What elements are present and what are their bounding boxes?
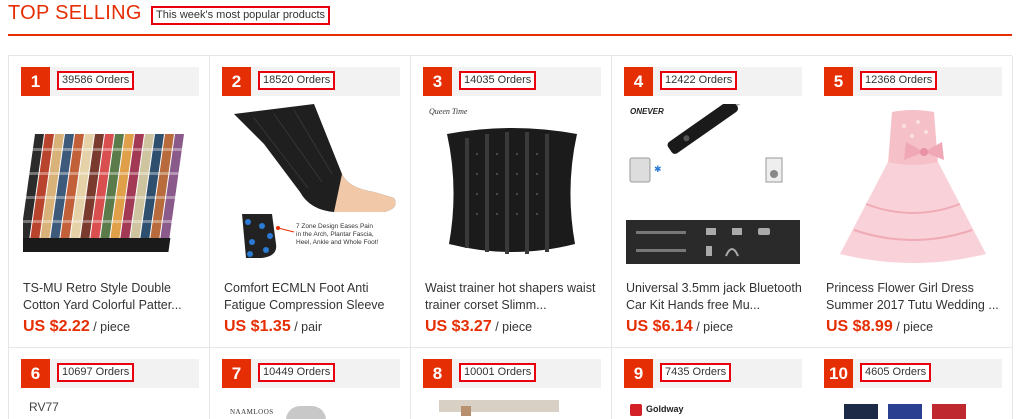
orders-count: 10001 Orders bbox=[459, 363, 537, 382]
rank-badge: 4 bbox=[624, 67, 653, 96]
orders-count: 14035 Orders bbox=[459, 71, 537, 90]
product-card-1[interactable]: 1 39586 Orders TS-MU Retro Style Double … bbox=[9, 56, 210, 348]
product-price: US $1.35 bbox=[224, 318, 291, 335]
brand-naamloos: NAAMLOOS bbox=[230, 408, 274, 416]
orders-count: 18520 Orders bbox=[258, 71, 336, 90]
section-header: TOP SELLING This week's most popular pro… bbox=[8, 0, 1012, 36]
brand-goldway: Goldway bbox=[646, 404, 684, 414]
product-image-10[interactable] bbox=[826, 398, 1000, 419]
orders-count: 10697 Orders bbox=[57, 363, 135, 382]
product-price: US $3.27 bbox=[425, 318, 492, 335]
rank-badge: 9 bbox=[624, 359, 653, 388]
product-price: US $2.22 bbox=[23, 318, 90, 335]
product-image-waist-trainer[interactable]: Queen Time bbox=[425, 104, 599, 272]
product-title[interactable]: Comfort ECMLN Foot Anti Fatigue Compress… bbox=[224, 280, 404, 314]
product-card-3[interactable]: 3 14035 Orders Queen Time Waist trainer … bbox=[411, 56, 612, 348]
svg-text:✱: ✱ bbox=[654, 165, 662, 175]
price-unit: / pair bbox=[294, 320, 322, 334]
orders-count: 7435 Orders bbox=[660, 363, 732, 382]
section-subtitle: This week's most popular products bbox=[151, 6, 331, 25]
rank-badge: 8 bbox=[423, 359, 452, 388]
orders-count: 39586 Orders bbox=[57, 71, 135, 90]
rank-bar: 2 18520 Orders bbox=[222, 67, 400, 96]
price-unit: / piece bbox=[93, 320, 131, 334]
price-unit: / piece bbox=[696, 320, 734, 334]
product-card-8[interactable]: 8 10001 Orders bbox=[411, 348, 612, 419]
product-image-flower-girl-dress[interactable] bbox=[826, 104, 1000, 272]
rank-bar: 1 39586 Orders bbox=[21, 67, 199, 96]
rank-badge: 6 bbox=[21, 359, 50, 388]
product-card-7[interactable]: 7 10449 Orders NAAMLOOS bbox=[210, 348, 411, 419]
rank-badge: 2 bbox=[222, 67, 251, 96]
price-line: US $3.27 / piece bbox=[425, 318, 532, 336]
product-card-9[interactable]: 9 7435 Orders Goldway bbox=[612, 348, 813, 419]
rank-badge: 3 bbox=[423, 67, 452, 96]
brand-rv77: RV77 bbox=[29, 400, 59, 414]
product-image-guitar-straps[interactable] bbox=[23, 104, 197, 272]
price-line: US $8.99 / piece bbox=[826, 318, 933, 336]
caption-line-2: in the Arch, Plantar Fascia, bbox=[296, 231, 374, 238]
rank-badge: 7 bbox=[222, 359, 251, 388]
product-card-6[interactable]: 6 10697 Orders RV77 bbox=[9, 348, 210, 419]
section-title: TOP SELLING bbox=[8, 2, 142, 24]
rank-bar: 10 4605 Orders bbox=[824, 359, 1002, 388]
product-card-4[interactable]: 4 12422 Orders ONEVER ✱ Universal 3.5mm … bbox=[612, 56, 813, 348]
brand-onever: ONEVER bbox=[630, 107, 664, 116]
product-title[interactable]: Waist trainer hot shapers waist trainer … bbox=[425, 280, 605, 314]
product-image-naamloos[interactable]: NAAMLOOS bbox=[224, 398, 398, 419]
product-card-2[interactable]: 2 18520 Orders 7 Zone Design Eases Pain … bbox=[210, 56, 411, 348]
rank-badge: 5 bbox=[824, 67, 853, 96]
product-image-rv77[interactable]: RV77 bbox=[23, 398, 197, 419]
rank-badge: 10 bbox=[824, 359, 853, 388]
product-image-goldway[interactable]: Goldway bbox=[626, 398, 800, 419]
orders-count: 10449 Orders bbox=[258, 363, 336, 382]
rank-bar: 5 12368 Orders bbox=[824, 67, 1002, 96]
product-grid: 1 39586 Orders TS-MU Retro Style Double … bbox=[8, 55, 1013, 419]
rank-bar: 9 7435 Orders bbox=[624, 359, 802, 388]
product-title[interactable]: Princess Flower Girl Dress Summer 2017 T… bbox=[826, 280, 1006, 314]
rank-bar: 8 10001 Orders bbox=[423, 359, 601, 388]
product-card-5[interactable]: 5 12368 Orders Princess Flower Girl Dres… bbox=[812, 56, 1013, 348]
product-image-bluetooth-kit[interactable]: ONEVER ✱ bbox=[626, 104, 800, 272]
rank-bar: 4 12422 Orders bbox=[624, 67, 802, 96]
rank-bar: 3 14035 Orders bbox=[423, 67, 601, 96]
goldway-logo-icon bbox=[630, 404, 642, 416]
caption-line-1: 7 Zone Design Eases Pain bbox=[296, 223, 373, 230]
price-line: US $2.22 / piece bbox=[23, 318, 130, 336]
caption-line-3: Heel, Ankle and Whole Foot! bbox=[296, 239, 379, 246]
product-image-8[interactable] bbox=[425, 398, 599, 419]
rank-badge: 1 bbox=[21, 67, 50, 96]
price-line: US $1.35 / pair bbox=[224, 318, 322, 336]
product-title[interactable]: Universal 3.5mm jack Bluetooth Car Kit H… bbox=[626, 280, 806, 314]
product-price: US $6.14 bbox=[626, 318, 693, 335]
product-price: US $8.99 bbox=[826, 318, 893, 335]
brand-queen-time: Queen Time bbox=[429, 107, 468, 116]
price-unit: / piece bbox=[896, 320, 934, 334]
product-image-compression-sleeve[interactable]: 7 Zone Design Eases Pain in the Arch, Pl… bbox=[224, 104, 398, 272]
rank-bar: 6 10697 Orders bbox=[21, 359, 199, 388]
product-title[interactable]: TS-MU Retro Style Double Cotton Yard Col… bbox=[23, 280, 203, 314]
rank-bar: 7 10449 Orders bbox=[222, 359, 400, 388]
orders-count: 4605 Orders bbox=[860, 363, 932, 382]
product-card-10[interactable]: 10 4605 Orders bbox=[812, 348, 1013, 419]
price-unit: / piece bbox=[495, 320, 533, 334]
price-line: US $6.14 / piece bbox=[626, 318, 733, 336]
orders-count: 12368 Orders bbox=[860, 71, 938, 90]
orders-count: 12422 Orders bbox=[660, 71, 738, 90]
